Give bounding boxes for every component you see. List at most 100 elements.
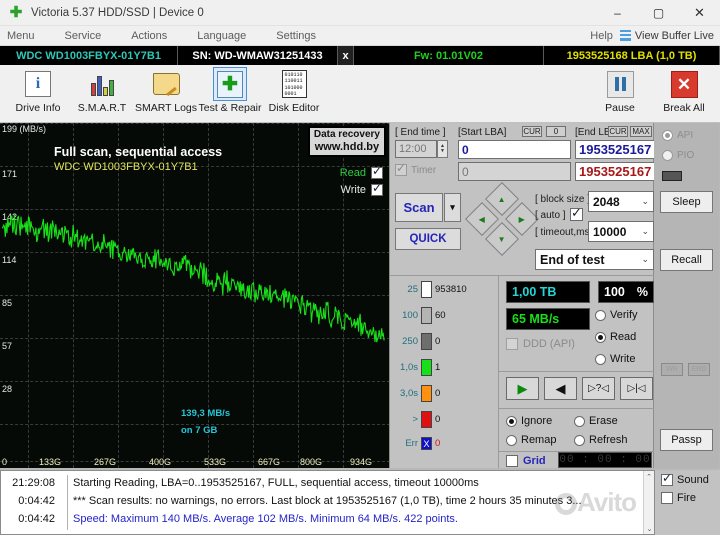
grid-toggle[interactable]: Grid: [506, 455, 546, 467]
test-and-repair-button[interactable]: ✚ Test & Repair: [198, 65, 262, 121]
menu-item-menu[interactable]: Menu: [0, 26, 42, 46]
control-panel: [ End time ] [Start LBA] CUR 0 [End LBA]…: [390, 123, 687, 468]
scroll-up-icon[interactable]: ⌃: [644, 471, 654, 482]
reverse-button[interactable]: ◀: [544, 377, 577, 400]
ignore-radio-circle[interactable]: [506, 415, 517, 427]
timer-toggle[interactable]: ✓ Timer: [395, 161, 437, 176]
action-refresh-radio[interactable]: Refresh: [574, 434, 628, 446]
scan-button[interactable]: Scan: [395, 193, 443, 222]
view-buffer-live-button[interactable]: View Buffer Live: [619, 30, 720, 42]
scan-graph[interactable]: 199 (MB/s) 171 142 114 85 57 28 0 133G 2…: [0, 123, 390, 468]
mode-write-radio[interactable]: Write: [595, 353, 635, 365]
timer-label: Timer: [411, 164, 437, 176]
close-button[interactable]: ✕: [679, 0, 720, 26]
log-time: 0:04:42: [18, 495, 55, 507]
write-radio-circle[interactable]: [595, 353, 606, 365]
block-size-select[interactable]: 2048 ⌄: [588, 191, 654, 212]
legend-row-100: 100 60: [394, 307, 446, 324]
legend-count: 0: [435, 336, 441, 347]
fire-checkbox[interactable]: [661, 492, 673, 504]
minimize-button[interactable]: –: [597, 0, 638, 26]
ddd-api-label: DDD (API): [523, 338, 575, 350]
bar-chart-icon: [86, 68, 118, 100]
verify-radio-circle[interactable]: [595, 309, 606, 321]
api-radio[interactable]: API: [662, 130, 693, 141]
end-lba-max-button[interactable]: MAX: [630, 126, 652, 137]
sleep-button[interactable]: Sleep: [660, 191, 713, 213]
menu-item-language[interactable]: Language: [190, 26, 253, 46]
end-of-test-select[interactable]: End of test ⌄: [535, 249, 654, 270]
action-ignore-radio[interactable]: Ignore: [506, 415, 552, 427]
legend-threshold: 3,0s: [400, 388, 418, 399]
log-list[interactable]: 21:29:08 Starting Reading, LBA=0..195352…: [0, 470, 655, 535]
disk-editor-label: Disk Editor: [268, 102, 320, 114]
break-all-button[interactable]: ✕ Break All: [652, 65, 716, 121]
remap-radio-circle[interactable]: [506, 434, 517, 446]
timeout-select[interactable]: 10000 ⌄: [588, 221, 654, 242]
start-lba-field[interactable]: 0: [458, 140, 571, 159]
play-button[interactable]: ▶: [506, 377, 539, 400]
log-row[interactable]: 21:29:08 Starting Reading, LBA=0..195352…: [1, 474, 654, 530]
end-lba-cur-button[interactable]: CUR: [608, 126, 628, 137]
scroll-down-icon[interactable]: ⌄: [644, 523, 654, 534]
navigation-dpad[interactable]: ▲ ◀ ▶ ▼: [465, 182, 539, 256]
erase-radio-circle[interactable]: [574, 415, 585, 427]
write-label: Write: [610, 353, 636, 365]
legend-row-over: > 0: [394, 411, 440, 428]
recall-button[interactable]: Recall: [660, 249, 713, 271]
smart-button[interactable]: S.M.A.R.T: [70, 65, 134, 121]
read-radio-circle[interactable]: [595, 331, 606, 343]
log-row[interactable]: 0:04:42 *** Scan results: no warnings, n…: [1, 492, 654, 510]
disk-editor-button[interactable]: 010110 110011 101000 0001 Disk Editor: [262, 65, 326, 121]
action-erase-radio[interactable]: Erase: [574, 415, 618, 427]
quick-button[interactable]: QUICK: [395, 228, 461, 250]
red-x-icon: ✕: [668, 68, 700, 100]
pio-radio-circle[interactable]: [662, 150, 673, 161]
passp-button[interactable]: Passp: [660, 429, 713, 451]
legend-swatch-red: [421, 411, 432, 428]
ddd-api-toggle[interactable]: DDD (API): [506, 338, 575, 350]
ddd-api-checkbox[interactable]: [506, 338, 518, 350]
mode-verify-radio[interactable]: Verify: [595, 309, 638, 321]
end-time-spinner[interactable]: ▲ ▼: [437, 140, 448, 158]
refresh-radio-circle[interactable]: [574, 434, 585, 446]
mode-read-radio[interactable]: Read: [595, 331, 636, 343]
sound-toggle[interactable]: Sound: [661, 472, 720, 486]
title-bar: ✚ Victoria 5.37 HDD/SSD | Device 0 – ▢ ✕: [0, 0, 720, 26]
legend-threshold: 250: [402, 336, 418, 347]
log-area: 21:29:08 Starting Reading, LBA=0..195352…: [0, 470, 720, 535]
start-lba-cur-button[interactable]: CUR: [522, 126, 542, 137]
auto-checkbox[interactable]: ✓: [570, 205, 583, 221]
pause-icon: [604, 68, 636, 100]
menu-item-settings[interactable]: Settings: [269, 26, 323, 46]
menu-item-help[interactable]: Help: [583, 26, 620, 46]
log-row[interactable]: 0:04:42 Speed: Maximum 140 MB/s. Average…: [1, 510, 654, 528]
smart-logs-button[interactable]: SMART Logs: [134, 65, 198, 121]
timer-checkbox[interactable]: ✓: [395, 161, 407, 176]
drive-info-button[interactable]: i Drive Info: [6, 65, 70, 121]
end-time-field[interactable]: 12:00: [395, 140, 437, 158]
start-lba-field-2[interactable]: 0: [458, 162, 571, 181]
erd-button[interactable]: ERD: [688, 363, 710, 376]
menu-item-service[interactable]: Service: [58, 26, 109, 46]
api-radio-circle[interactable]: [662, 130, 673, 141]
sound-checkbox[interactable]: [661, 472, 673, 486]
pause-button[interactable]: Pause: [588, 65, 652, 121]
pio-radio[interactable]: PIO: [662, 150, 694, 161]
fire-toggle[interactable]: Fire: [661, 492, 720, 504]
action-remap-radio[interactable]: Remap: [506, 434, 556, 446]
refresh-label: Refresh: [589, 434, 628, 446]
timeout-label: [ timeout,ms ]: [535, 227, 596, 238]
start-lba-zero-button[interactable]: 0: [546, 126, 566, 137]
jump-query-button[interactable]: ▷?◁: [582, 377, 615, 400]
menu-item-actions[interactable]: Actions: [124, 26, 174, 46]
drive-close-button[interactable]: x: [338, 46, 354, 65]
scan-dropdown-button[interactable]: ▾: [444, 193, 461, 222]
elapsed-timer-display: 00 : 00 : 00: [558, 452, 652, 468]
hex-page-icon: 010110 110011 101000 0001: [278, 68, 310, 100]
maximize-button[interactable]: ▢: [638, 0, 679, 26]
log-scrollbar[interactable]: ⌃ ⌄: [643, 471, 654, 534]
skip-start-button[interactable]: ▷|◁: [620, 377, 653, 400]
grid-checkbox[interactable]: [506, 455, 518, 467]
wr-button[interactable]: WR: [661, 363, 683, 376]
